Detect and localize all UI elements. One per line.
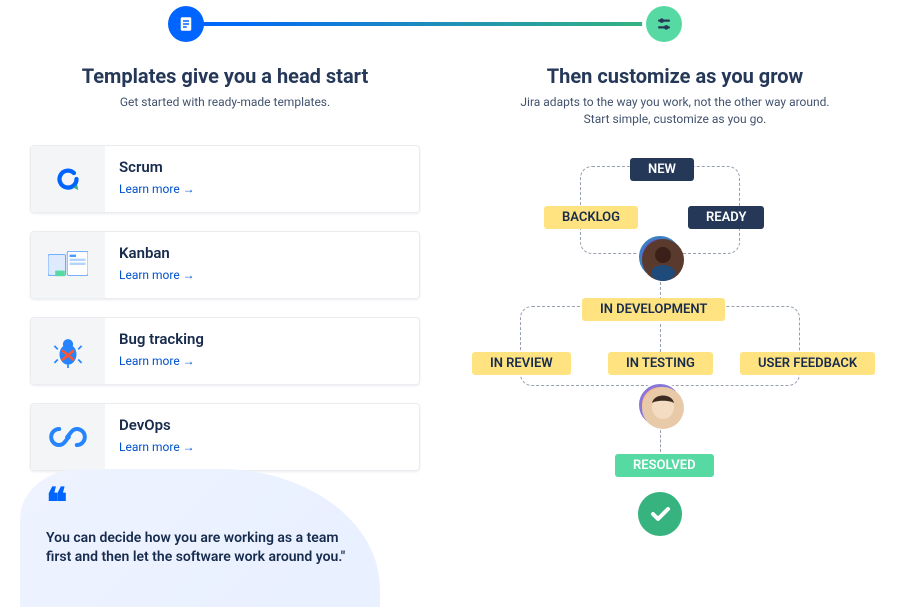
status-user-feedback: USER FEEDBACK [740, 352, 875, 375]
template-card-devops[interactable]: DevOps Learn more → [30, 403, 420, 471]
learn-more-link[interactable]: Learn more → [119, 354, 204, 368]
customize-heading: Then customize as you grow [480, 64, 870, 88]
template-title: Bug tracking [119, 330, 204, 348]
customize-icon [646, 6, 682, 42]
connector [660, 282, 661, 300]
connector [660, 324, 661, 352]
status-backlog: BACKLOG [544, 206, 638, 229]
templates-heading: Templates give you a head start [30, 64, 420, 88]
avatar [639, 236, 681, 278]
progress-indicator [168, 18, 682, 30]
quote-icon: ❝ [46, 491, 354, 515]
progress-line [202, 22, 648, 26]
learn-more-link[interactable]: Learn more → [119, 182, 195, 196]
template-card-kanban[interactable]: Kanban Learn more → [30, 231, 420, 299]
connector [660, 430, 661, 452]
template-title: DevOps [119, 416, 195, 434]
templates-subtitle: Get started with ready-made templates. [30, 94, 420, 111]
customize-column: Then customize as you grow Jira adapts t… [450, 60, 900, 597]
workflow-diagram: NEW BACKLOG READY IN DEVELOPMENT IN REVI… [480, 156, 870, 556]
bug-icon [31, 318, 105, 384]
template-title: Scrum [119, 158, 195, 176]
template-title: Kanban [119, 244, 195, 262]
status-resolved: RESOLVED [615, 454, 714, 477]
avatar [639, 384, 681, 426]
learn-more-link[interactable]: Learn more → [119, 440, 195, 454]
status-in-testing: IN TESTING [608, 352, 713, 375]
kanban-icon [31, 232, 105, 298]
status-in-review: IN REVIEW [472, 352, 571, 375]
status-ready: READY [688, 206, 764, 229]
status-in-development: IN DEVELOPMENT [582, 298, 725, 321]
scrum-icon [31, 146, 105, 212]
devops-icon [31, 404, 105, 470]
status-new: NEW [630, 158, 694, 181]
check-icon [638, 492, 682, 536]
document-icon [168, 6, 204, 42]
template-card-bug[interactable]: Bug tracking Learn more → [30, 317, 420, 385]
template-card-scrum[interactable]: Scrum Learn more → [30, 145, 420, 213]
quote-text: You can decide how you are working as a … [46, 529, 354, 567]
learn-more-link[interactable]: Learn more → [119, 268, 195, 282]
customize-subtitle: Jira adapts to the way you work, not the… [480, 94, 870, 128]
